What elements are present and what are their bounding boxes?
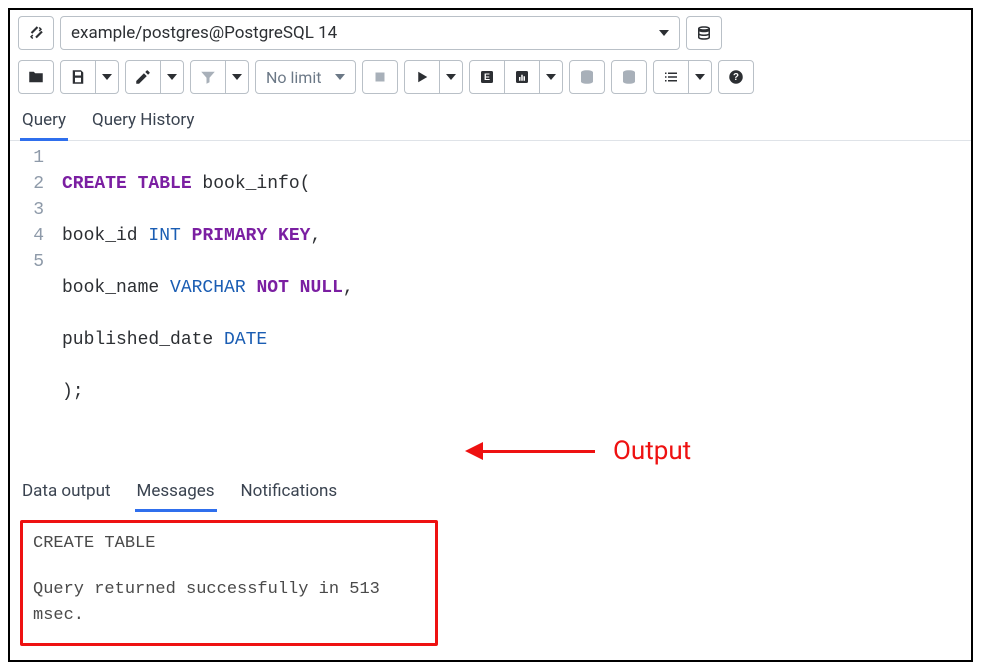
database-icon-button[interactable] xyxy=(686,16,722,50)
chevron-down-icon xyxy=(335,74,345,80)
arrow-icon xyxy=(465,447,595,455)
filter-dropdown[interactable] xyxy=(225,60,249,94)
run-dropdown[interactable] xyxy=(439,60,463,94)
chevron-down-icon xyxy=(659,30,669,36)
help-button[interactable]: ? xyxy=(718,60,754,94)
limit-select[interactable]: No limit xyxy=(255,60,356,94)
save-group xyxy=(60,60,119,94)
chevron-down-icon xyxy=(446,74,456,80)
edit-group xyxy=(125,60,184,94)
code-area[interactable]: CREATE TABLE book_info( book_id INT PRIM… xyxy=(54,141,362,461)
run-group xyxy=(404,60,463,94)
chevron-down-icon xyxy=(167,74,177,80)
chevron-down-icon xyxy=(102,74,112,80)
tab-data-output[interactable]: Data output xyxy=(20,477,113,512)
list-dropdown[interactable] xyxy=(688,60,712,94)
svg-text:?: ? xyxy=(733,72,739,83)
tab-query-history[interactable]: Query History xyxy=(90,104,196,140)
line-gutter: 1 2 3 4 5 xyxy=(10,141,54,461)
editor-tabs: Query Query History xyxy=(10,102,971,141)
explain-button[interactable]: E xyxy=(469,60,505,94)
filter-button[interactable] xyxy=(190,60,226,94)
explain-group: E xyxy=(469,60,563,94)
chevron-down-icon xyxy=(232,74,242,80)
annotation-label: Output xyxy=(613,436,691,466)
toolbar: No limit E xyxy=(10,56,971,102)
explain-dropdown[interactable] xyxy=(539,60,563,94)
tab-messages[interactable]: Messages xyxy=(135,477,217,512)
tab-notifications[interactable]: Notifications xyxy=(239,477,340,512)
edit-dropdown[interactable] xyxy=(160,60,184,94)
limit-label: No limit xyxy=(266,68,321,87)
annotation: Output xyxy=(465,436,691,466)
tab-query[interactable]: Query xyxy=(20,104,68,141)
commit-button[interactable] xyxy=(569,60,605,94)
save-dropdown[interactable] xyxy=(95,60,119,94)
connection-label: example/postgres@PostgreSQL 14 xyxy=(71,23,659,43)
rollback-button[interactable] xyxy=(611,60,647,94)
stop-button[interactable] xyxy=(362,60,398,94)
message-line-1: CREATE TABLE xyxy=(33,531,425,557)
connection-bar: example/postgres@PostgreSQL 14 xyxy=(10,10,971,56)
messages-panel: CREATE TABLE Query returned successfully… xyxy=(20,520,438,646)
chevron-down-icon xyxy=(695,74,705,80)
svg-text:E: E xyxy=(484,72,490,82)
edit-button[interactable] xyxy=(125,60,161,94)
output-tabs: Data output Messages Notifications xyxy=(10,471,971,512)
chevron-down-icon xyxy=(546,74,556,80)
connection-select[interactable]: example/postgres@PostgreSQL 14 xyxy=(60,16,680,50)
sql-editor[interactable]: 1 2 3 4 5 CREATE TABLE book_info( book_i… xyxy=(10,141,971,471)
filter-group xyxy=(190,60,249,94)
explain-analyze-button[interactable] xyxy=(504,60,540,94)
connection-status-icon[interactable] xyxy=(18,16,54,50)
open-file-button[interactable] xyxy=(18,60,54,94)
list-button[interactable] xyxy=(653,60,689,94)
app-frame: example/postgres@PostgreSQL 14 xyxy=(8,8,973,662)
save-button[interactable] xyxy=(60,60,96,94)
message-line-2: Query returned successfully in 513 msec. xyxy=(33,577,425,629)
run-button[interactable] xyxy=(404,60,440,94)
macro-group xyxy=(653,60,712,94)
